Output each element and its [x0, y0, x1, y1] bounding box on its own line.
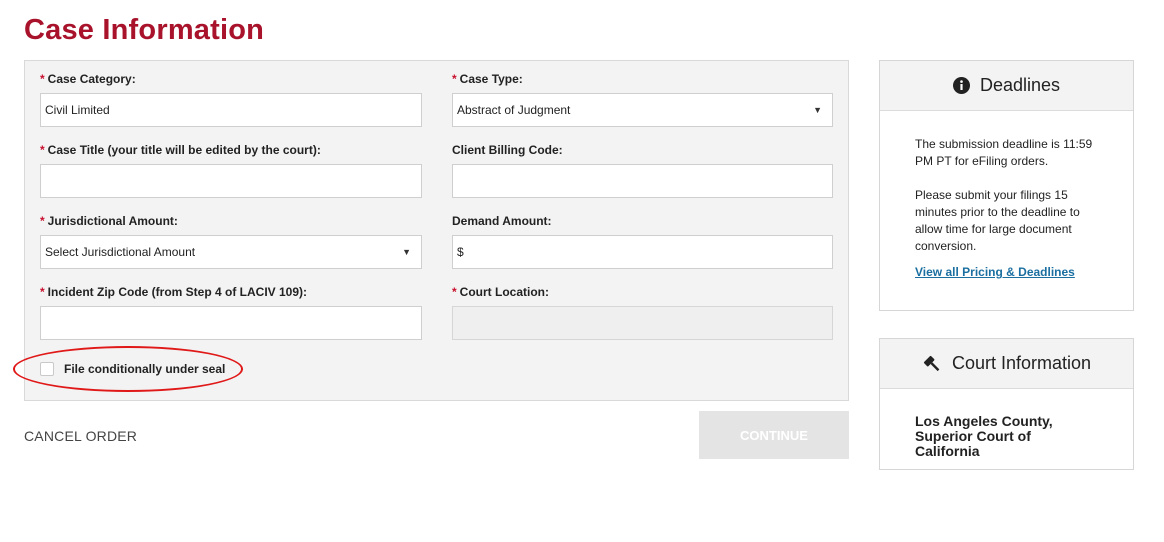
case-type-select[interactable]: Abstract of Judgment ▼	[452, 93, 833, 127]
page-title: Case Information	[24, 14, 265, 46]
incident-zip-label: * Incident Zip Code (from Step 4 of LACIV…	[40, 285, 308, 299]
dropdown-caret-icon: ▼	[813, 105, 822, 115]
demand-amount-label: Demand Amount:	[452, 214, 552, 228]
case-category-value: Civil Limited	[45, 103, 110, 117]
deadlines-title: Deadlines	[979, 75, 1061, 95]
pricing-deadlines-link[interactable]: View all Pricing & Deadlines	[915, 265, 1075, 279]
case-type-label: * Case Type:	[452, 72, 523, 86]
court-name: Los Angeles County, Superior Court of Ca…	[915, 413, 1053, 459]
case-title-input[interactable]	[40, 164, 422, 198]
submission-advice-text: Please submit your filings 15 minutes pr…	[915, 188, 1080, 253]
client-billing-code-input[interactable]	[452, 164, 833, 198]
case-type-value: Abstract of Judgment	[457, 103, 571, 117]
deadline-text: The submission deadline is 11:59 PM PT f…	[915, 137, 1093, 168]
jurisdictional-amount-label: * Jurisdictional Amount:	[40, 214, 178, 228]
incident-zip-input[interactable]	[40, 306, 422, 340]
client-billing-code-label: Client Billing Code:	[452, 143, 563, 157]
highlight-ellipse	[13, 346, 243, 392]
court-information-header: Court Information	[880, 339, 1133, 389]
continue-button[interactable]: CONTINUE	[699, 411, 849, 459]
court-information-title: Court Information	[951, 353, 1092, 373]
required-marker: *	[40, 285, 45, 299]
deadlines-header: Deadlines	[880, 61, 1133, 111]
deadlines-card: Deadlines The submission deadline is 11:…	[879, 60, 1134, 311]
required-marker: *	[40, 143, 45, 157]
jurisdictional-amount-select[interactable]: Select Jurisdictional Amount ▼	[40, 235, 422, 269]
case-category-field[interactable]: Civil Limited	[40, 93, 422, 127]
court-information-card: Court Information Los Angeles County, Su…	[879, 338, 1134, 470]
jurisdictional-amount-value: Select Jurisdictional Amount	[45, 245, 196, 259]
info-circle-icon	[952, 77, 970, 94]
court-location-label: * Court Location:	[452, 285, 549, 299]
court-location-field	[452, 306, 833, 340]
required-marker: *	[40, 72, 45, 86]
currency-prefix: $	[457, 245, 464, 259]
cancel-order-link[interactable]: CANCEL ORDER	[24, 428, 137, 444]
required-marker: *	[40, 214, 45, 228]
gavel-icon	[922, 354, 942, 374]
required-marker: *	[452, 285, 457, 299]
demand-amount-input[interactable]: $	[452, 235, 833, 269]
dropdown-caret-icon: ▼	[402, 247, 411, 257]
case-category-label: * Case Category:	[40, 72, 136, 86]
case-title-label: * Case Title (your title will be edited b…	[40, 143, 321, 157]
required-marker: *	[452, 72, 457, 86]
